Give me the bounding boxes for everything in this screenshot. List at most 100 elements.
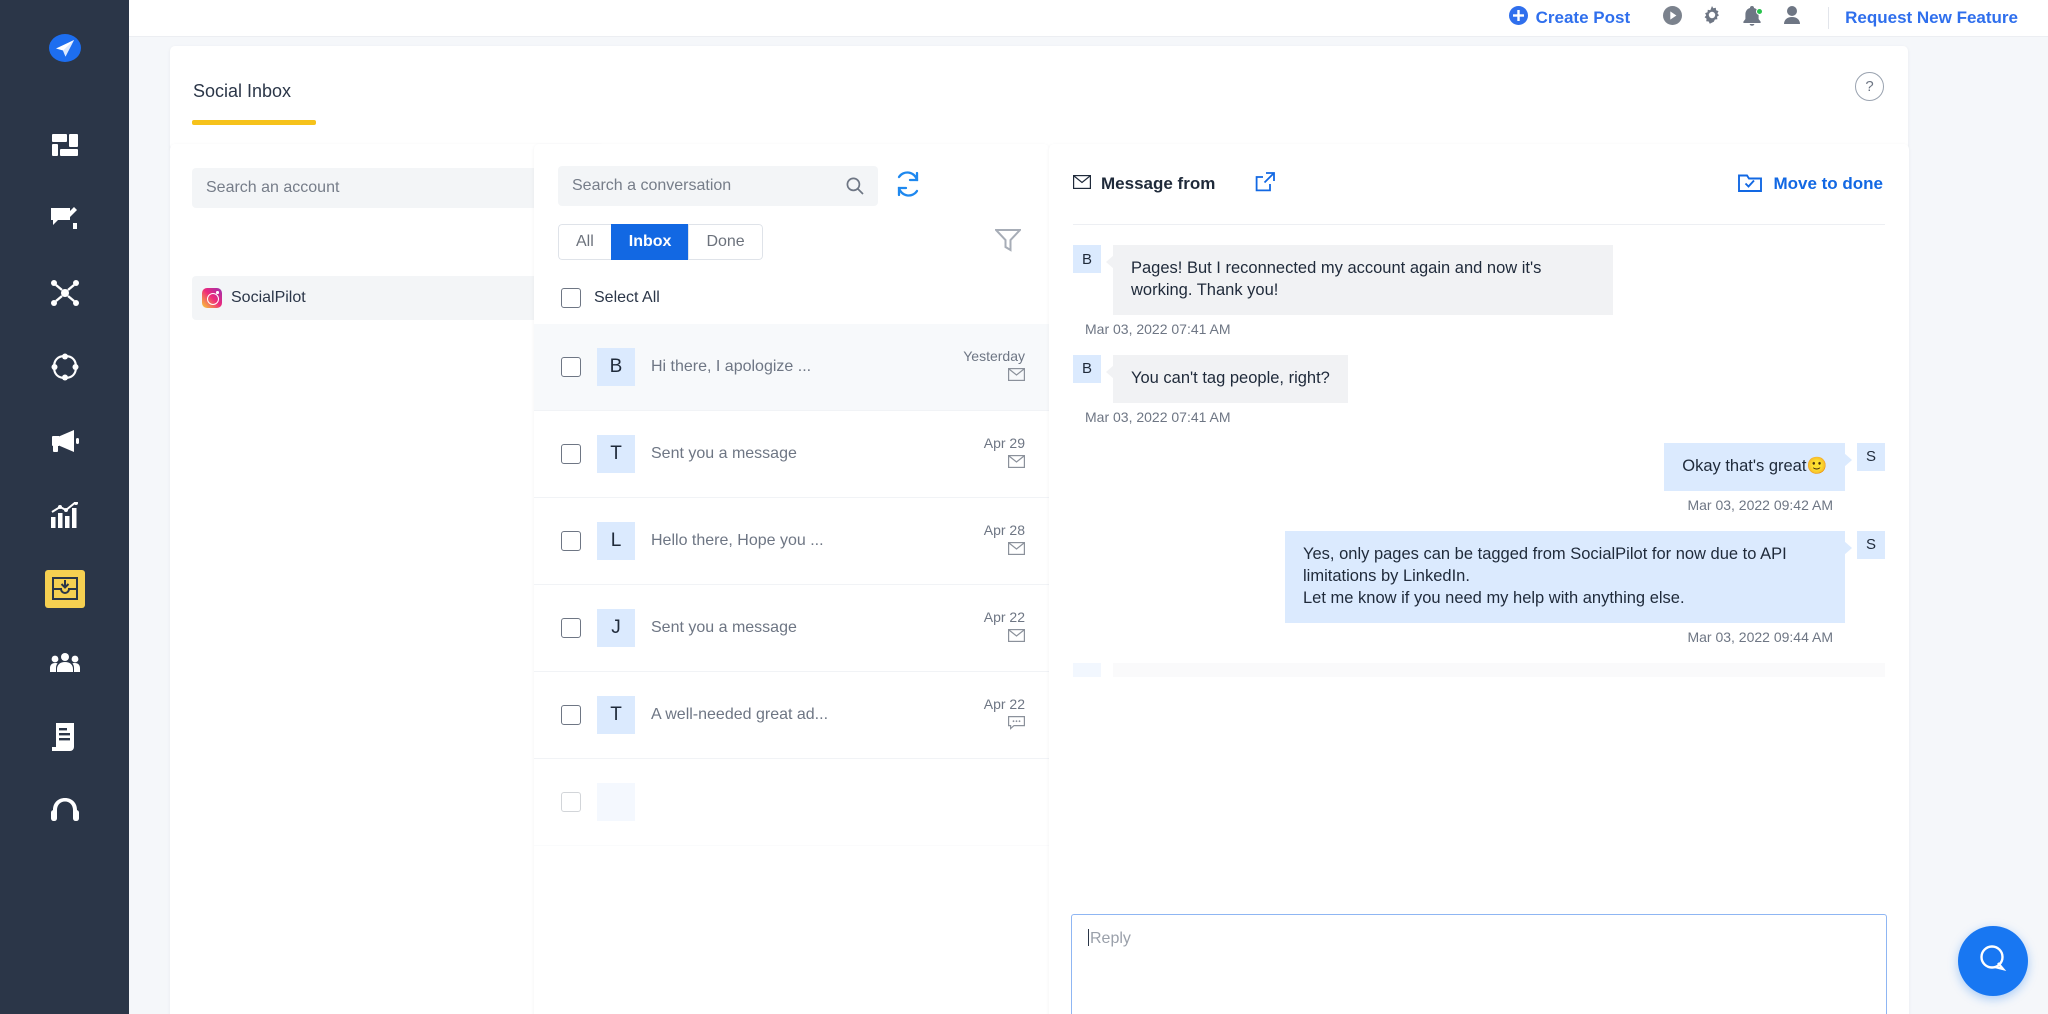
- avatar: [1073, 663, 1101, 677]
- active-tab-underline: [192, 120, 316, 125]
- sidebar-item-team[interactable]: [33, 626, 97, 700]
- user-icon: [1783, 6, 1801, 30]
- select-all-row[interactable]: Select All: [558, 288, 1025, 308]
- conversation-search-input[interactable]: [572, 177, 837, 195]
- sidebar-item-dashboard[interactable]: [33, 108, 97, 182]
- avatar: T: [597, 696, 635, 734]
- select-all-label: Select All: [594, 289, 660, 307]
- sidebar-item-reports[interactable]: [33, 700, 97, 774]
- network-share-icon: [51, 280, 79, 306]
- open-external-button[interactable]: [1255, 172, 1275, 197]
- settings-button[interactable]: [1692, 0, 1732, 37]
- help-chat-fab[interactable]: [1958, 926, 2028, 996]
- envelope-icon: [1008, 629, 1025, 647]
- message-bubble: Pages! But I reconnected my account agai…: [1113, 245, 1613, 315]
- instagram-icon: [202, 288, 222, 308]
- conversation-checkbox[interactable]: [561, 705, 581, 725]
- move-to-done-button[interactable]: Move to done: [1738, 171, 1885, 197]
- sidebar-item-curate[interactable]: [33, 330, 97, 404]
- message-timestamp: Mar 03, 2022 07:41 AM: [1085, 409, 1885, 425]
- conversation-checkbox[interactable]: [561, 792, 581, 812]
- message-row-incoming: B You can't tag people, right?: [1073, 355, 1885, 403]
- avatar: S: [1857, 531, 1885, 559]
- page-title: Social Inbox: [193, 81, 291, 102]
- user-profile-button[interactable]: [1772, 0, 1812, 37]
- sidebar-item-analytics[interactable]: [33, 478, 97, 552]
- message-thread: B Pages! But I reconnected my account ag…: [1049, 225, 1909, 645]
- conversation-meta: Apr 29: [984, 435, 1025, 473]
- tab-all[interactable]: All: [558, 224, 611, 260]
- conversation-meta: Apr 22: [984, 696, 1025, 735]
- conversation-list-item[interactable]: J Sent you a message Apr 22: [534, 585, 1049, 672]
- conversation-text: Sent you a message: [651, 445, 968, 463]
- reply-input[interactable]: Reply: [1071, 914, 1887, 1014]
- conversation-checkbox[interactable]: [561, 444, 581, 464]
- move-to-done-label: Move to done: [1773, 174, 1883, 194]
- message-row-incoming: B Pages! But I reconnected my account ag…: [1073, 245, 1885, 315]
- account-name: SocialPilot: [231, 289, 306, 307]
- message-bubble: Yes, only pages can be tagged from Socia…: [1285, 531, 1845, 623]
- conversation-list-item[interactable]: T A well-needed great ad... Apr 22: [534, 672, 1049, 759]
- conversation-date: Apr 29: [984, 435, 1025, 451]
- conversation-snippet: Sent you a message: [651, 445, 797, 462]
- message-row-outgoing: Yes, only pages can be tagged from Socia…: [1073, 531, 1885, 623]
- conversation-snippet: Hello there, Hope you ...: [651, 532, 824, 549]
- conversation-list-item[interactable]: T Sent you a message Apr 29: [534, 411, 1049, 498]
- conversation-search-wrapper: [558, 166, 878, 206]
- help-button[interactable]: ?: [1855, 72, 1884, 101]
- conversation-checkbox[interactable]: [561, 618, 581, 638]
- sidebar-item-compose-post[interactable]: [33, 182, 97, 256]
- filter-button[interactable]: [995, 228, 1025, 257]
- folder-check-icon: [1738, 171, 1762, 197]
- search-icon[interactable]: [846, 177, 864, 200]
- comment-icon: [1008, 716, 1025, 735]
- select-all-checkbox[interactable]: [561, 288, 581, 308]
- social-inbox-tray-icon: [45, 570, 85, 608]
- conversation-list-item[interactable]: L Hello there, Hope you ... Apr 28: [534, 498, 1049, 585]
- dashboard-icon: [52, 134, 78, 156]
- account-list-item[interactable]: SocialPilot: [192, 276, 582, 320]
- account-search-input[interactable]: [206, 179, 536, 197]
- tab-done[interactable]: Done: [688, 224, 762, 260]
- avatar: L: [597, 522, 635, 560]
- sidebar-item-campaigns[interactable]: [33, 404, 97, 478]
- conversation-meta: Yesterday: [963, 348, 1025, 386]
- play-circle-button[interactable]: [1652, 0, 1692, 37]
- left-nav-rail: [0, 0, 129, 1014]
- curate-content-icon: [51, 353, 79, 381]
- gear-icon: [1702, 6, 1722, 31]
- avatar: J: [597, 609, 635, 647]
- account-network-filter[interactable]: [192, 238, 582, 258]
- external-link-icon: [1255, 172, 1275, 197]
- message-panel: Message from Move to done B: [1049, 144, 1909, 1014]
- tab-inbox[interactable]: Inbox: [611, 224, 689, 260]
- conversation-checkbox[interactable]: [561, 531, 581, 551]
- topbar-divider: [1828, 7, 1829, 29]
- envelope-icon: [1073, 174, 1091, 194]
- sidebar-item-support[interactable]: [33, 774, 97, 848]
- conversation-date: Apr 22: [984, 609, 1025, 625]
- conversation-snippet: Hi there, I apologize ...: [651, 358, 811, 375]
- create-post-label: Create Post: [1536, 8, 1630, 28]
- sidebar-item-social-inbox[interactable]: [33, 552, 97, 626]
- filter-funnel-icon: [995, 239, 1021, 256]
- reply-placeholder: Reply: [1090, 930, 1131, 947]
- conversation-list-item[interactable]: B Hi there, I apologize ... Yesterday: [534, 324, 1049, 411]
- message-bubble-partial: [1113, 663, 1885, 677]
- conversation-meta: Apr 22: [984, 609, 1025, 647]
- conversation-checkbox[interactable]: [561, 357, 581, 377]
- sidebar-item-network[interactable]: [33, 256, 97, 330]
- app-logo[interactable]: [35, 18, 95, 78]
- conversation-list-item[interactable]: [534, 759, 1049, 846]
- request-new-feature-link[interactable]: Request New Feature: [1845, 8, 2024, 28]
- team-people-icon: [50, 652, 80, 674]
- create-post-button[interactable]: Create Post: [1509, 6, 1630, 30]
- refresh-button[interactable]: [894, 170, 922, 203]
- avatar: [597, 783, 635, 821]
- notifications-button[interactable]: [1732, 0, 1772, 37]
- support-headset-icon: [51, 798, 79, 824]
- analytics-bar-chart-icon: [51, 502, 79, 528]
- refresh-icon: [894, 170, 922, 203]
- conversation-list-panel: All Inbox Done Select All: [534, 144, 1049, 1014]
- conversation-text: Hi there, I apologize ...: [651, 358, 947, 376]
